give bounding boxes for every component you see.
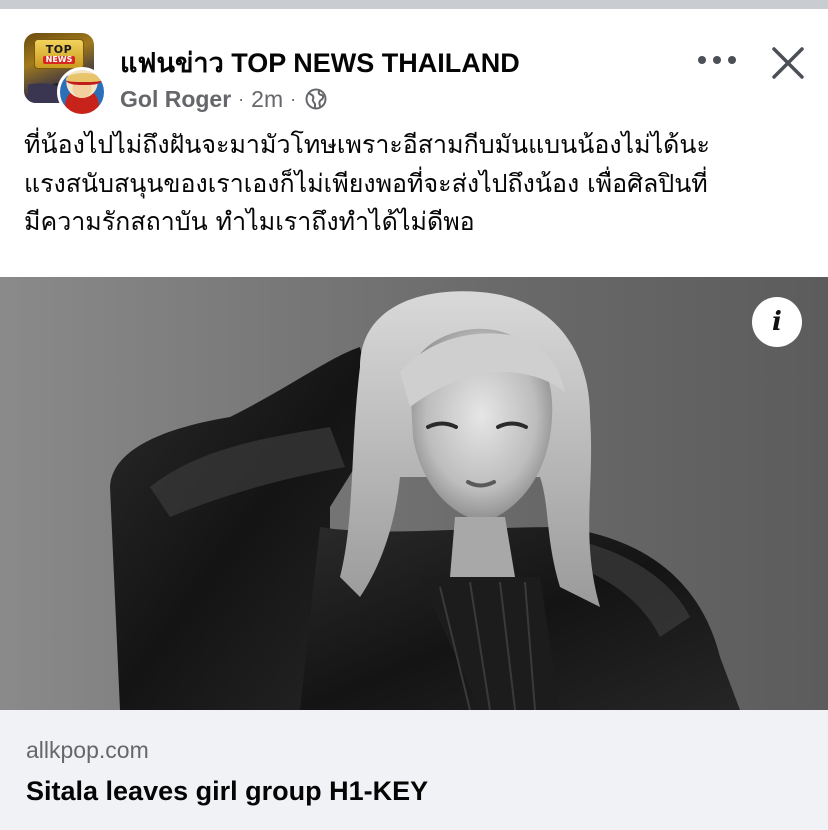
link-domain: allkpop.com — [26, 737, 149, 763]
author-avatar[interactable] — [57, 67, 107, 117]
post-message: ที่น้องไปไม่ถึงฝันจะมามัวโทษเพราะอีสามกี… — [24, 126, 814, 242]
post-timestamp[interactable]: 2m — [251, 85, 283, 113]
post-meta: Gol Roger · 2m · — [120, 85, 520, 113]
link-title[interactable]: Sitala leaves girl group H1-KEY — [26, 774, 428, 808]
info-icon[interactable]: i — [752, 297, 802, 347]
straw-hat-graphic — [66, 73, 102, 85]
meta-separator: · — [238, 89, 245, 109]
avatar-group[interactable]: TOP NEWS — [24, 33, 107, 117]
meta-separator: · — [290, 89, 297, 109]
post-text-line: ที่น้องไปไม่ถึงฝันจะมามัวโทษเพราะอีสามกี… — [24, 130, 710, 159]
close-icon[interactable] — [770, 45, 806, 81]
top-news-logo: TOP NEWS — [34, 39, 84, 69]
header-text: แฟนข่าว TOP NEWS THAILAND Gol Roger · 2m… — [120, 47, 520, 113]
post-image[interactable] — [0, 277, 828, 710]
feed-divider — [0, 0, 828, 9]
globe-icon — [305, 88, 327, 110]
page-name[interactable]: แฟนข่าว TOP NEWS THAILAND — [120, 47, 520, 79]
more-options-icon[interactable] — [698, 50, 736, 70]
author-name[interactable]: Gol Roger — [120, 85, 231, 113]
link-preview[interactable]: allkpop.com Sitala leaves girl group H1-… — [0, 710, 828, 830]
post-text-line: แรงสนับสนุนของเราเองก็ไม่เพียงพอที่จะส่ง… — [24, 168, 708, 198]
post-text-line: มีความรักสถาบัน ทำไมเราถึงทำได้ไม่ดีพอ — [24, 207, 475, 236]
post-header: TOP NEWS แฟนข่าว TOP NEWS THAILAND Gol R… — [0, 9, 828, 119]
